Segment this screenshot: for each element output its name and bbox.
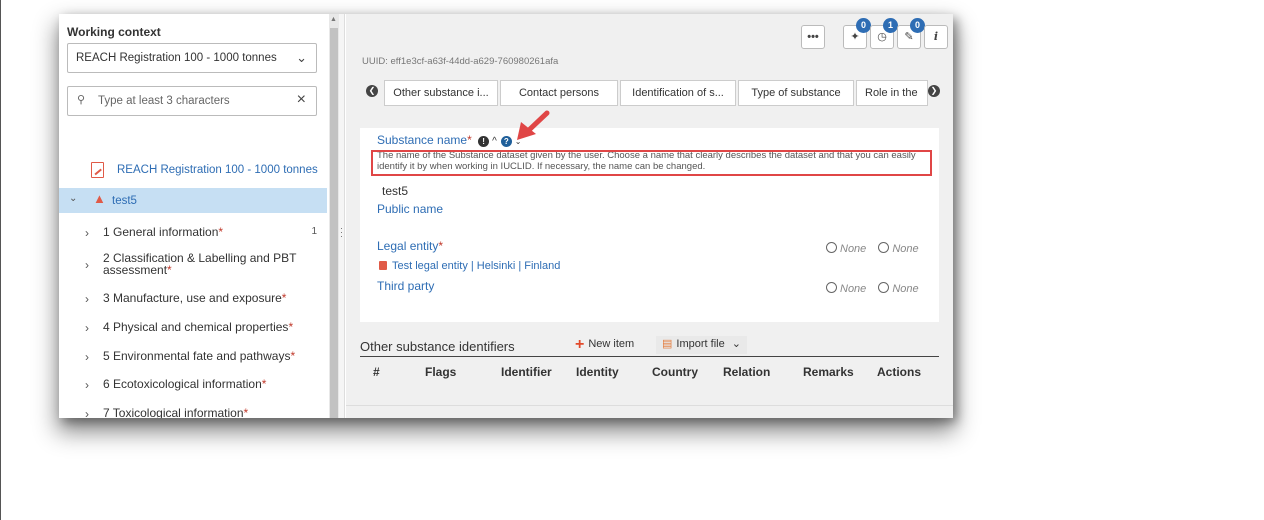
screenshot-frame: Working context REACH Registration 100 -… [0,0,1264,520]
red-arrow-icon [517,110,550,140]
arrow-shaft [526,110,550,133]
annotation-arrow [517,110,550,140]
iuclid-window: Working context REACH Registration 100 -… [59,14,953,418]
